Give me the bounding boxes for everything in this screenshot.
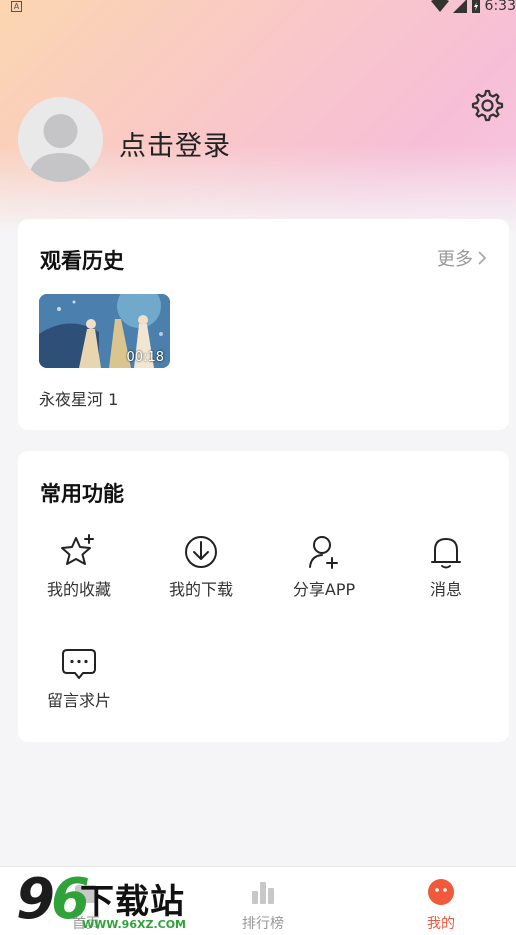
video-title[interactable]: 永夜星河 1 — [39, 386, 118, 410]
watermark-text: 下载站 — [80, 882, 185, 922]
chart-icon — [252, 882, 274, 904]
video-thumbnail[interactable]: 00:18 — [39, 294, 170, 368]
status-time: 6:33 — [484, 0, 516, 14]
nav-profile[interactable]: 我的 — [391, 867, 491, 935]
download-icon — [185, 536, 217, 568]
status-bar: A 6:33 — [0, 0, 516, 16]
star-plus-icon — [61, 534, 94, 565]
profile-face-icon — [428, 879, 454, 905]
message-icon — [62, 649, 96, 679]
bell-icon — [431, 538, 461, 569]
settings-button[interactable] — [468, 87, 504, 123]
downloads-label: 我的下载 — [168, 580, 233, 599]
signal-icon — [452, 0, 467, 13]
watermark-url: WWW.96XZ.COM — [82, 918, 186, 931]
request-movie-label: 留言求片 — [46, 691, 111, 710]
more-label: 更多 — [437, 249, 473, 270]
nav-ranking-label: 排行榜 — [242, 916, 284, 932]
site-watermark-logo: 96 下载站 WWW.96XZ.COM — [16, 867, 206, 935]
video-duration: 00:18 — [126, 350, 164, 365]
messages-button[interactable]: 消息 — [396, 532, 496, 600]
user-add-icon — [309, 536, 338, 569]
more-link[interactable]: 更多 — [437, 245, 487, 271]
watermark-number: 96 — [16, 867, 90, 932]
downloads-button[interactable]: 我的下载 — [151, 532, 251, 600]
share-app-button[interactable]: 分享APP — [274, 532, 374, 600]
favorites-button[interactable]: 我的收藏 — [29, 532, 129, 600]
request-movie-button[interactable]: 留言求片 — [29, 643, 129, 711]
common-functions-card: 常用功能 我的收藏 我的下载 分享APP 消息 留言求片 — [18, 451, 509, 742]
share-app-label: 分享APP — [292, 580, 356, 599]
gear-icon — [471, 89, 504, 122]
default-avatar-icon — [28, 114, 93, 182]
messages-label: 消息 — [429, 580, 462, 599]
common-functions-title: 常用功能 — [40, 482, 124, 506]
chevron-right-icon — [478, 251, 487, 265]
watch-history-title: 观看历史 — [40, 249, 124, 273]
wifi-icon — [430, 0, 449, 12]
nav-ranking[interactable]: 排行榜 — [213, 867, 313, 935]
status-badge: A — [11, 1, 22, 12]
watch-history-card: 观看历史 更多 00:18 永夜星河 1 — [18, 219, 509, 430]
nav-profile-label: 我的 — [427, 916, 455, 932]
login-prompt[interactable]: 点击登录 — [119, 124, 231, 163]
favorites-label: 我的收藏 — [46, 580, 111, 599]
avatar[interactable] — [18, 97, 103, 182]
battery-icon — [471, 0, 480, 13]
